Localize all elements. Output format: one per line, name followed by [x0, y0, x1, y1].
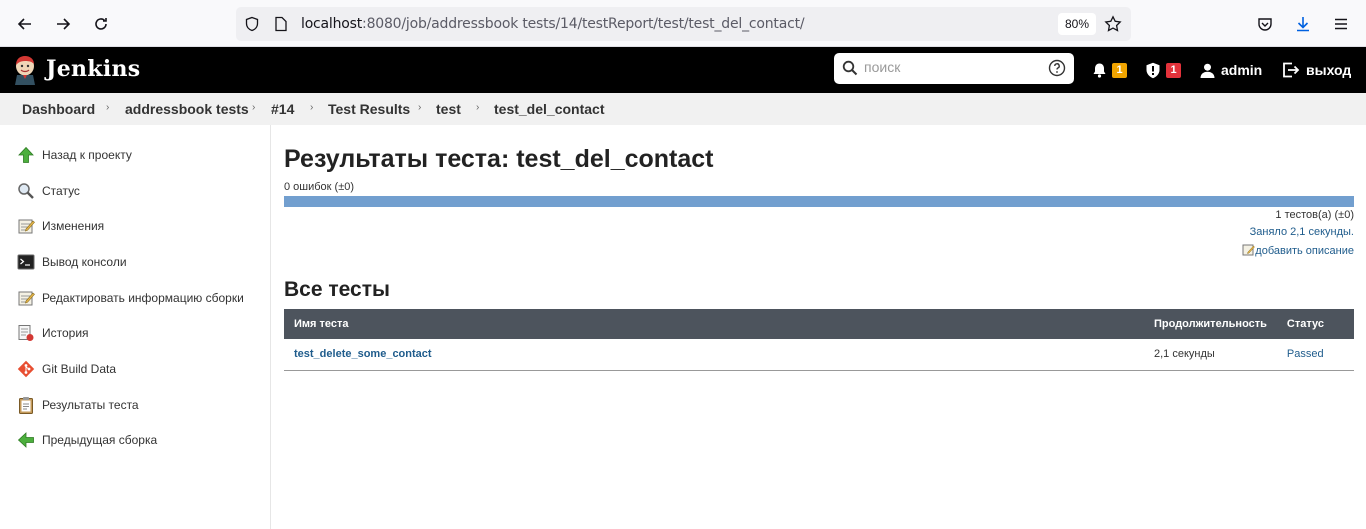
notepad-icon	[16, 216, 36, 236]
column-header-status[interactable]: Статус	[1276, 309, 1354, 339]
left-arrow-icon	[16, 430, 36, 450]
breadcrumb-separator: ›	[310, 102, 314, 113]
sidebar-item-changes[interactable]: Изменения	[16, 215, 104, 237]
zoom-level[interactable]: 80%	[1058, 13, 1097, 35]
up-arrow-icon	[16, 145, 36, 165]
back-arrow-icon	[17, 18, 31, 30]
shield-icon[interactable]	[244, 16, 260, 32]
user-menu[interactable]: admin	[1200, 47, 1262, 93]
duration-link[interactable]: Заняло 2,1 секунды.	[1250, 226, 1354, 238]
page-title: Результаты теста: test_del_contact	[284, 145, 714, 173]
sidebar-item-label: Статус	[42, 184, 80, 198]
search-icon	[842, 60, 858, 76]
breadcrumb-test-results[interactable]: Test Results	[328, 101, 410, 117]
table-row: test_delete_some_contact 2,1 секунды Pas…	[284, 339, 1354, 371]
add-description-link[interactable]: добавить описание	[1242, 243, 1354, 257]
breadcrumb-separator: ›	[476, 102, 480, 113]
sidebar-item-label: Git Build Data	[42, 362, 117, 376]
sidebar-item-label: Предыдущая сборка	[42, 433, 158, 447]
security-badge: 1	[1166, 62, 1181, 78]
breadcrumb-dashboard[interactable]: Dashboard	[22, 101, 95, 117]
notepad-icon	[16, 288, 36, 308]
security-button[interactable]: 1	[1145, 47, 1181, 93]
sidebar-item-history[interactable]: История	[16, 322, 89, 344]
test-result-bar	[284, 196, 1354, 207]
sidebar-item-git-build-data[interactable]: Git Build Data	[16, 358, 116, 380]
column-header-test-name[interactable]: Имя теста	[284, 309, 1144, 339]
help-icon[interactable]	[1048, 59, 1066, 77]
breadcrumb-job[interactable]: addressbook tests	[125, 101, 249, 117]
reload-icon	[95, 18, 107, 30]
logout-icon	[1283, 62, 1300, 78]
sidebar-item-label: Результаты теста	[42, 398, 139, 412]
download-icon	[1297, 17, 1309, 32]
jenkins-header: Jenkins 1 1 admin выход	[0, 47, 1366, 93]
sidebar-item-test-results[interactable]: Результаты теста	[16, 394, 139, 416]
breadcrumb-separator: ›	[106, 102, 110, 113]
test-name-link[interactable]: test_delete_some_contact	[294, 348, 432, 360]
pocket-icon	[1258, 18, 1272, 31]
all-tests-heading: Все тесты	[284, 278, 390, 301]
breadcrumb-current[interactable]: test_del_contact	[494, 101, 604, 117]
failure-count: 0 ошибок (±0)	[284, 181, 355, 193]
breadcrumb-package[interactable]: test	[436, 101, 461, 117]
notepad-icon	[1242, 244, 1256, 256]
search-box[interactable]	[834, 53, 1074, 84]
sidebar-item-label: Редактировать информацию сборки	[42, 291, 244, 305]
sidebar-item-label: История	[42, 326, 89, 340]
table-header-row: Имя теста Продолжительность Статус	[284, 309, 1354, 339]
sidebar: Назад к проекту Статус Изменения Вывод к…	[0, 125, 271, 529]
user-icon	[1200, 63, 1215, 78]
bookmark-star-icon[interactable]	[1104, 15, 1122, 33]
downloads-button[interactable]	[1288, 9, 1318, 39]
breadcrumb-separator: ›	[252, 102, 256, 113]
tests-table: Имя теста Продолжительность Статус test_…	[284, 309, 1354, 371]
forward-button[interactable]	[48, 9, 78, 39]
browser-toolbar: localhost:8080/job/addressbook tests/14/…	[0, 0, 1366, 47]
tests-count: 1 тестов(а) (±0)	[1275, 209, 1354, 221]
logout-label[interactable]: выход	[1306, 62, 1351, 78]
bell-icon	[1093, 63, 1106, 78]
jenkins-logo-icon[interactable]	[12, 55, 38, 85]
menu-button[interactable]	[1326, 9, 1356, 39]
sidebar-item-edit-build-info[interactable]: Редактировать информацию сборки	[16, 287, 244, 309]
clipboard-icon	[16, 395, 36, 415]
url-text[interactable]: localhost:8080/job/addressbook tests/14/…	[301, 16, 805, 32]
sidebar-item-console-output[interactable]: Вывод консоли	[16, 251, 127, 273]
notifications-badge: 1	[1112, 62, 1127, 78]
notifications-button[interactable]: 1	[1092, 47, 1127, 93]
sidebar-item-label: Изменения	[42, 219, 105, 233]
jenkins-title[interactable]: Jenkins	[46, 56, 140, 82]
sidebar-item-label: Назад к проекту	[42, 148, 132, 162]
column-header-duration[interactable]: Продолжительность	[1144, 309, 1277, 339]
test-duration-cell: 2,1 секунды	[1144, 339, 1277, 371]
back-button[interactable]	[10, 9, 40, 39]
reload-button[interactable]	[86, 9, 116, 39]
url-bar[interactable]: localhost:8080/job/addressbook tests/14/…	[236, 7, 1131, 41]
pocket-button[interactable]	[1250, 9, 1280, 39]
test-name-cell[interactable]: test_delete_some_contact	[284, 339, 1144, 371]
git-icon	[16, 359, 36, 379]
breadcrumb-build[interactable]: #14	[271, 101, 294, 117]
sidebar-item-previous-build[interactable]: Предыдущая сборка	[16, 429, 157, 451]
magnifier-icon	[16, 181, 36, 201]
user-name[interactable]: admin	[1221, 62, 1262, 78]
sidebar-item-status[interactable]: Статус	[16, 180, 80, 202]
forward-arrow-icon	[57, 18, 71, 30]
breadcrumb-separator: ›	[418, 102, 422, 113]
page-icon[interactable]	[274, 16, 288, 32]
logout-button[interactable]: выход	[1282, 47, 1351, 93]
history-icon	[16, 323, 36, 343]
test-status: Passed	[1286, 348, 1324, 361]
search-input[interactable]	[864, 59, 1034, 75]
sidebar-item-back-to-project[interactable]: Назад к проекту	[16, 144, 132, 166]
breadcrumb: Dashboard › addressbook tests › #14 › Te…	[0, 93, 1366, 125]
terminal-icon	[16, 252, 36, 272]
hamburger-menu-icon	[1335, 18, 1347, 30]
test-status-cell: Passed	[1276, 339, 1354, 371]
shield-alert-icon	[1146, 62, 1160, 78]
sidebar-item-label: Вывод консоли	[42, 255, 127, 269]
